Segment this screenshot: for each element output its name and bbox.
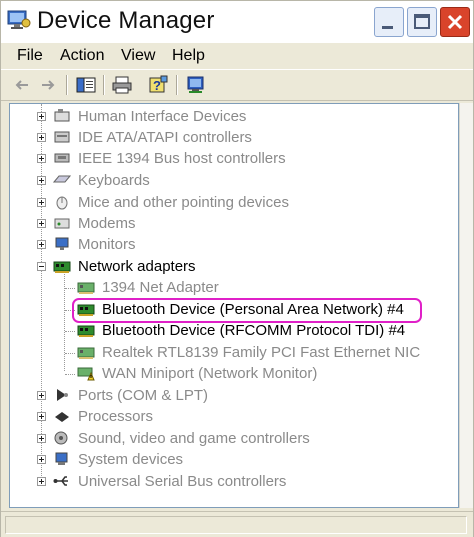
expand-icon[interactable]	[37, 412, 46, 421]
tree-label: IEEE 1394 Bus host controllers	[78, 150, 286, 167]
tree-label: Ports (COM & LPT)	[78, 387, 209, 404]
minimize-button[interactable]	[374, 7, 404, 37]
print-icon[interactable]	[111, 75, 133, 95]
expand-icon[interactable]	[37, 133, 46, 142]
expand-icon[interactable]	[37, 391, 46, 400]
expand-icon[interactable]	[37, 240, 46, 249]
tree-line	[65, 288, 75, 289]
tree-row-usb[interactable]: Universal Serial Bus controllers	[10, 471, 450, 492]
nic-icon	[77, 347, 95, 359]
tree-label: Keyboards	[78, 172, 150, 189]
keyboard-icon	[53, 175, 71, 183]
tree-line	[65, 374, 75, 375]
tree-row-sound-video[interactable]: Sound, video and game controllers	[10, 428, 450, 449]
maximize-icon	[414, 14, 430, 29]
tree-label: Realtek RTL8139 Family PCI Fast Ethernet…	[102, 344, 421, 361]
vertical-scrollbar[interactable]	[459, 103, 473, 508]
tree-row-mice[interactable]: Mice and other pointing devices	[10, 192, 450, 213]
tree-row-ide-controllers[interactable]: IDE ATA/ATAPI controllers	[10, 127, 450, 148]
tree-row-network-adapters[interactable]: Network adapters	[10, 256, 450, 277]
tree-row-modems[interactable]: Modems	[10, 213, 450, 234]
device-manager-window: Device Manager File Action View Help ? H…	[0, 0, 474, 537]
maximize-button[interactable]	[407, 7, 437, 37]
usb-icon	[53, 476, 68, 486]
tree-label: 1394 Net Adapter	[102, 279, 219, 296]
menu-file[interactable]: File	[17, 47, 43, 65]
expand-icon[interactable]	[37, 434, 46, 443]
tree-row-bluetooth-rfcomm[interactable]: Bluetooth Device (RFCOMM Protocol TDI) #…	[10, 320, 450, 341]
device-tree[interactable]: Human Interface Devices IDE ATA/ATAPI co…	[9, 103, 459, 508]
warning-nic-icon	[77, 367, 95, 381]
tree-label: System devices	[78, 451, 184, 468]
tree-label: Mice and other pointing devices	[78, 194, 289, 211]
tree-row-keyboards[interactable]: Keyboards	[10, 170, 450, 191]
toolbar: ?	[1, 69, 473, 101]
tree-row-1394-net-adapter[interactable]: 1394 Net Adapter	[10, 277, 450, 298]
nic-icon	[77, 282, 95, 294]
status-panel	[5, 516, 467, 534]
tree-label: Universal Serial Bus controllers	[78, 473, 287, 490]
toolbar-separator	[103, 75, 104, 95]
tree-row-monitors[interactable]: Monitors	[10, 234, 450, 255]
close-icon	[447, 14, 463, 30]
system-icon	[55, 452, 68, 465]
processor-icon	[55, 412, 69, 422]
expand-icon[interactable]	[37, 112, 46, 121]
window-title: Device Manager	[37, 7, 215, 34]
minimize-icon	[382, 26, 393, 29]
hid-icon	[54, 109, 70, 122]
mouse-icon	[56, 196, 68, 210]
tree-row-realtek-nic[interactable]: Realtek RTL8139 Family PCI Fast Ethernet…	[10, 342, 450, 363]
menu-view[interactable]: View	[121, 47, 155, 65]
toolbar-separator	[176, 75, 177, 95]
tree-label: Monitors	[78, 236, 136, 253]
ide-icon	[54, 131, 70, 143]
collapse-icon[interactable]	[37, 262, 46, 271]
tree-label: Bluetooth Device (RFCOMM Protocol TDI) #…	[102, 322, 406, 339]
expand-icon[interactable]	[37, 198, 46, 207]
forward-arrow-icon[interactable]	[37, 75, 59, 95]
tree-label: Modems	[78, 215, 136, 232]
tree-row-human-interface-devices[interactable]: Human Interface Devices	[10, 106, 450, 127]
menu-action[interactable]: Action	[60, 47, 104, 65]
tree-label: Processors	[78, 408, 154, 425]
device-manager-icon	[7, 10, 31, 29]
tree-row-wan-miniport[interactable]: WAN Miniport (Network Monitor)	[10, 363, 450, 384]
highlight-box	[72, 298, 422, 323]
menu-bar: File Action View Help	[1, 43, 473, 69]
toolbar-separator	[66, 75, 67, 95]
network-adapter-icon	[53, 261, 71, 273]
menu-help[interactable]: Help	[172, 47, 205, 65]
nic-icon	[77, 325, 95, 337]
help-icon[interactable]: ?	[147, 75, 169, 95]
tree-label: Human Interface Devices	[78, 108, 247, 125]
show-hide-tree-icon[interactable]	[75, 75, 97, 95]
tree-label: WAN Miniport (Network Monitor)	[102, 365, 318, 382]
expand-icon[interactable]	[37, 176, 46, 185]
port-icon	[57, 389, 68, 401]
modem-icon	[54, 218, 70, 229]
expand-icon[interactable]	[37, 154, 46, 163]
monitor-icon	[55, 237, 69, 250]
tree-line	[65, 331, 75, 332]
title-bar[interactable]: Device Manager	[1, 1, 473, 43]
tree-row-system-devices[interactable]: System devices	[10, 449, 450, 470]
ieee1394-icon	[54, 153, 70, 163]
tree-label: Network adapters	[78, 258, 196, 275]
back-arrow-icon[interactable]	[11, 75, 33, 95]
tree-row-processors[interactable]: Processors	[10, 406, 450, 427]
tree-row-ieee-1394[interactable]: IEEE 1394 Bus host controllers	[10, 148, 450, 169]
expand-icon[interactable]	[37, 477, 46, 486]
tree-label: IDE ATA/ATAPI controllers	[78, 129, 252, 146]
status-bar	[1, 511, 473, 537]
tree-label: Sound, video and game controllers	[78, 430, 310, 447]
tree-row-ports[interactable]: Ports (COM & LPT)	[10, 385, 450, 406]
tree-line	[65, 353, 75, 354]
expand-icon[interactable]	[37, 219, 46, 228]
expand-icon[interactable]	[37, 455, 46, 464]
sound-icon	[54, 431, 68, 445]
svg-text:?: ?	[153, 78, 161, 93]
close-button[interactable]	[440, 7, 470, 37]
properties-icon[interactable]	[185, 75, 207, 95]
